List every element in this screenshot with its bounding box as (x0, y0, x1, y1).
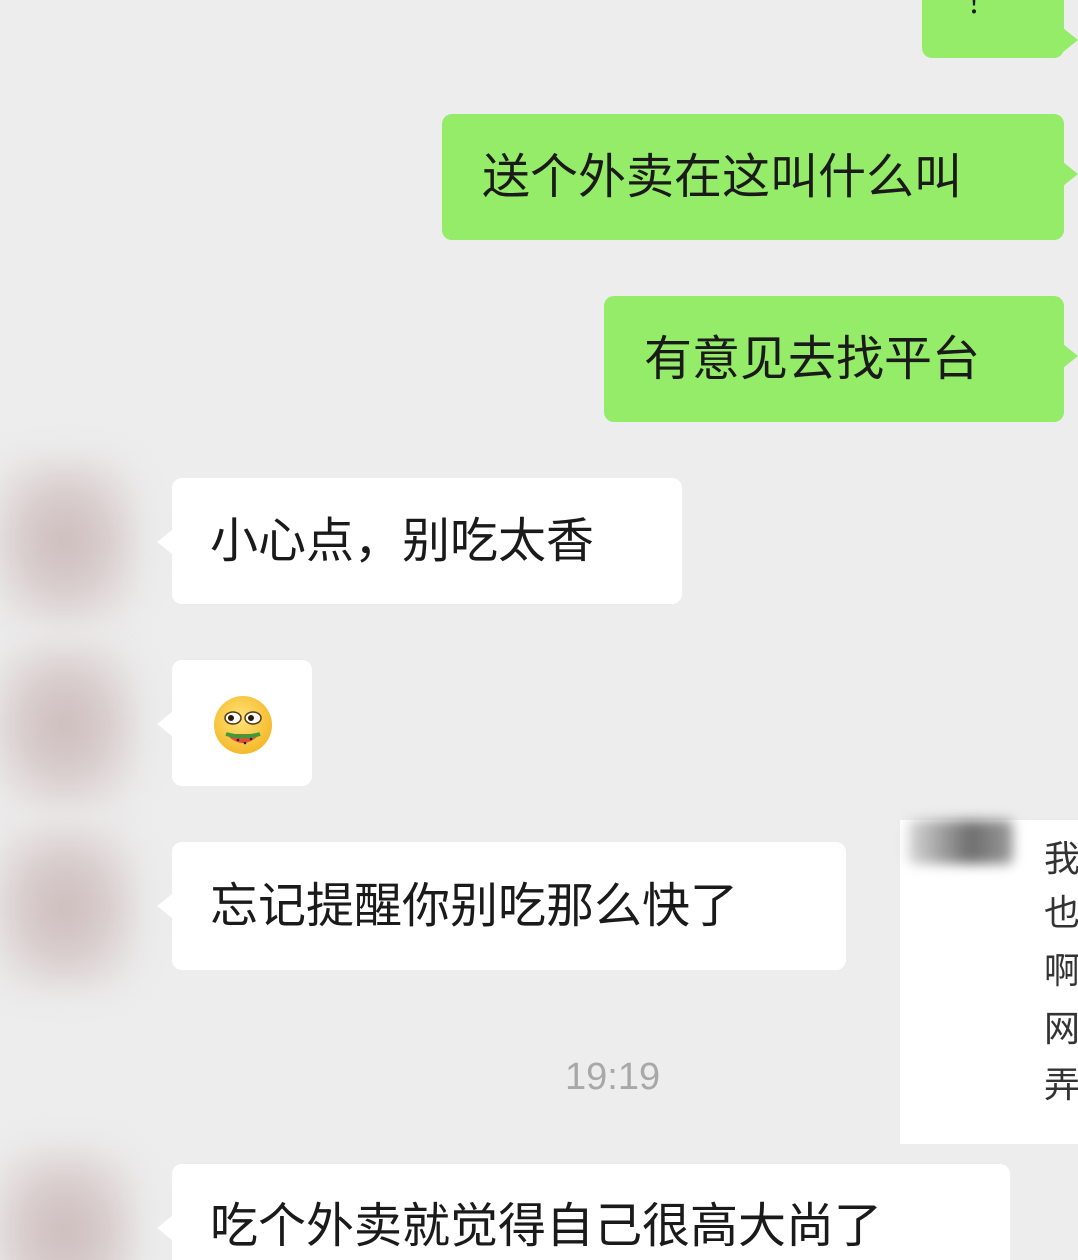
avatar[interactable] (0, 1146, 140, 1260)
overlay-comment-char: 弄 (1044, 1065, 1078, 1106)
overlay-comment-char: 啊 (1044, 951, 1078, 992)
chat-area[interactable]: ！ 送个外卖在这叫什么叫 有意见去找平台 小心点，别吃太香 忘记提醒你别吃那么快… (0, 0, 1078, 1260)
message-bubble-outgoing[interactable]: ！ (922, 0, 1078, 58)
overlay-comment-char: 网 (1044, 1009, 1078, 1050)
message-text: 忘记提醒你别吃那么快了 (210, 878, 739, 934)
message-bubble-outgoing[interactable]: 送个外卖在这叫什么叫 (442, 114, 1078, 240)
message-text: ！ (966, 0, 999, 21)
message-text: 有意见去找平台 (644, 331, 981, 387)
avatar[interactable] (0, 822, 140, 992)
overlay-comment-char: 也 (1044, 893, 1078, 934)
message-text: 小心点，别吃太香 (210, 513, 595, 569)
avatar[interactable] (0, 456, 140, 626)
overlay-comment-char: 我 (1044, 839, 1078, 880)
eating-watermelon-emoji (214, 696, 272, 754)
message-bubble-incoming[interactable]: 吃个外卖就觉得自己很高大尚了 (157, 1164, 1010, 1260)
message-bubble-outgoing[interactable]: 有意见去找平台 (604, 296, 1078, 422)
message-bubble-incoming[interactable]: 忘记提醒你别吃那么快了 (157, 842, 846, 970)
message-bubble-incoming[interactable]: 小心点，别吃太香 (157, 478, 682, 604)
blurred-username (908, 820, 1013, 864)
message-timestamp: 19:19 (565, 1056, 661, 1098)
message-text: 吃个外卖就觉得自己很高大尚了 (210, 1198, 883, 1254)
avatar[interactable] (0, 640, 140, 810)
message-text: 送个外卖在这叫什么叫 (482, 149, 963, 205)
message-bubble-incoming[interactable] (157, 660, 312, 786)
